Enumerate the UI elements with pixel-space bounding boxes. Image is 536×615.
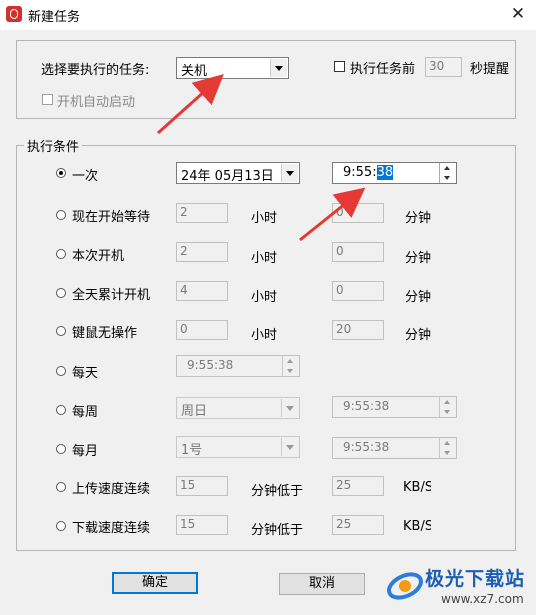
annotation-arrows (156, 73, 366, 242)
watermark-brand: 极光下载站 (425, 568, 526, 590)
watermark: 极光下载站 www.xz7.com (385, 562, 535, 615)
watermark-url: www.xz7.com (441, 592, 524, 606)
watermark-logo-icon (387, 572, 423, 600)
arrow-to-time-input (299, 187, 366, 242)
arrow-to-task-select (156, 73, 224, 135)
